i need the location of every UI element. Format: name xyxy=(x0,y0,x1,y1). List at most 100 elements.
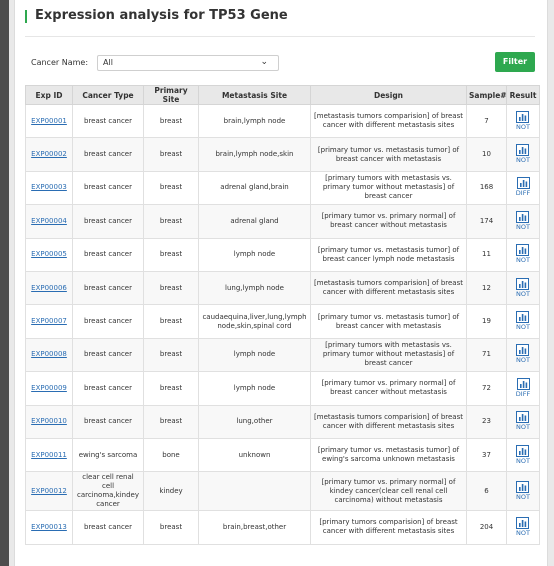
result-link[interactable]: NOT xyxy=(516,210,530,231)
exp-id-link[interactable]: EXP00001 xyxy=(31,117,67,125)
exp-id-link[interactable]: EXP00005 xyxy=(31,250,67,258)
result-label: DIFF xyxy=(515,389,531,398)
result-link[interactable]: NOT xyxy=(516,311,530,331)
exp-id-cell: EXP00003 xyxy=(25,170,73,206)
result-link[interactable]: NOT xyxy=(516,444,530,465)
col-header-design[interactable]: Design xyxy=(310,85,467,105)
cancer-type-cell: breast cancer xyxy=(72,204,144,239)
primary-site-cell: breast xyxy=(143,204,199,239)
result-label: NOT xyxy=(516,289,530,298)
col-header-primary-site[interactable]: Primary Site xyxy=(143,85,199,105)
filter-button[interactable]: Filter xyxy=(495,52,535,72)
col-header-metastasis-site[interactable]: Metastasis Site xyxy=(198,85,311,105)
page-title: Expression analysis for TP53 Gene xyxy=(35,8,288,23)
metastasis-site-cell: brain,lymph node xyxy=(198,103,311,139)
result-label: DIFF xyxy=(515,189,531,198)
primary-site-cell: breast xyxy=(143,103,199,139)
exp-id-link[interactable]: EXP00010 xyxy=(31,417,67,425)
sample-count-cell: 12 xyxy=(466,270,507,306)
result-link[interactable]: NOT xyxy=(516,480,530,501)
cancer-type-cell: breast cancer xyxy=(72,404,144,439)
title-row: Expression analysis for TP53 Gene xyxy=(25,6,535,37)
table-row: EXP00008 breast cancer breast lymph node… xyxy=(25,337,540,373)
primary-site-cell: breast xyxy=(143,237,199,272)
exp-id-link[interactable]: EXP00008 xyxy=(31,350,67,358)
result-link[interactable]: NOT xyxy=(516,411,530,431)
bar-chart-icon xyxy=(516,210,530,223)
cancer-name-select[interactable]: All ⌄ xyxy=(97,55,279,71)
result-cell: NOT xyxy=(506,270,540,306)
exp-id-link[interactable]: EXP00004 xyxy=(31,217,67,225)
result-cell: NOT xyxy=(506,103,540,139)
exp-id-link[interactable]: EXP00007 xyxy=(31,317,67,325)
exp-id-cell: EXP00008 xyxy=(25,337,73,373)
result-link[interactable]: NOT xyxy=(516,516,530,537)
expression-table: Exp ID Cancer Type Primary Site Metastas… xyxy=(25,85,540,545)
result-cell: DIFF xyxy=(506,170,540,206)
table-row: EXP00007 breast cancer breast caudaequin… xyxy=(25,304,540,339)
exp-id-cell: EXP00007 xyxy=(25,304,73,339)
result-cell: NOT xyxy=(506,510,540,545)
left-sidebar-strip xyxy=(0,0,9,566)
result-label: NOT xyxy=(516,492,530,501)
cancer-type-cell: breast cancer xyxy=(72,270,144,306)
exp-id-link[interactable]: EXP00012 xyxy=(31,487,67,495)
result-link[interactable]: NOT xyxy=(516,110,530,131)
design-cell: [primary tumor vs. metastasis tumor] of … xyxy=(310,237,467,272)
design-cell: [metastasis tumors comparision] of breas… xyxy=(310,103,467,139)
result-link[interactable]: DIFF xyxy=(516,177,530,197)
chevron-down-icon: ⌄ xyxy=(260,57,268,67)
exp-id-link[interactable]: EXP00006 xyxy=(31,284,67,292)
cancer-type-cell: breast cancer xyxy=(72,510,144,545)
exp-id-cell: EXP00005 xyxy=(25,237,73,272)
result-link[interactable]: DIFF xyxy=(515,377,531,398)
exp-id-link[interactable]: EXP00003 xyxy=(31,183,67,191)
col-header-result[interactable]: Result xyxy=(506,85,540,105)
primary-site-cell: breast xyxy=(143,137,199,172)
design-cell: [primary tumor vs. primary normal] of ki… xyxy=(310,471,467,512)
table-row: EXP00010 breast cancer breast lung,other… xyxy=(25,404,540,439)
bar-chart-icon xyxy=(516,311,530,324)
result-cell: NOT xyxy=(506,471,540,512)
result-cell: NOT xyxy=(506,204,540,239)
bar-chart-icon xyxy=(516,480,530,493)
bar-chart-icon xyxy=(516,344,530,357)
exp-id-link[interactable]: EXP00011 xyxy=(31,451,67,459)
result-link[interactable]: NOT xyxy=(516,144,530,164)
sample-count-cell: 23 xyxy=(466,404,507,439)
result-label: NOT xyxy=(516,122,530,131)
col-header-sample-count[interactable]: Sample# xyxy=(466,85,507,105)
primary-site-cell: breast xyxy=(143,170,199,206)
cancer-type-cell: breast cancer xyxy=(72,103,144,139)
table-row: EXP00011 ewing's sarcoma bone unknown [p… xyxy=(25,437,540,473)
primary-site-cell: breast xyxy=(143,337,199,373)
cancer-type-cell: breast cancer xyxy=(72,304,144,339)
design-cell: [primary tumor vs. metastasis tumor] of … xyxy=(310,304,467,339)
result-link[interactable]: NOT xyxy=(516,244,530,264)
bar-chart-icon xyxy=(516,110,530,123)
filter-row: Cancer Name: All ⌄ Filter xyxy=(25,52,537,73)
metastasis-site-cell: lymph node xyxy=(198,371,311,406)
col-header-cancer-type[interactable]: Cancer Type xyxy=(72,85,144,105)
table-row: EXP00009 breast cancer breast lymph node… xyxy=(25,371,540,406)
result-link[interactable]: NOT xyxy=(516,277,530,298)
exp-id-link[interactable]: EXP00013 xyxy=(31,523,67,531)
primary-site-cell: kindey xyxy=(143,471,199,512)
design-cell: [metastasis tumors comparision] of breas… xyxy=(310,404,467,439)
metastasis-site-cell: lymph node xyxy=(198,337,311,373)
sample-count-cell: 19 xyxy=(466,304,507,339)
result-cell: NOT xyxy=(506,304,540,339)
result-cell: NOT xyxy=(506,437,540,473)
table-row: EXP00005 breast cancer breast lymph node… xyxy=(25,237,540,272)
col-header-exp-id[interactable]: Exp ID xyxy=(25,85,73,105)
exp-id-link[interactable]: EXP00002 xyxy=(31,150,67,158)
result-link[interactable]: NOT xyxy=(516,344,530,364)
design-cell: [primary tumors with metastasis vs. prim… xyxy=(310,170,467,206)
exp-id-link[interactable]: EXP00009 xyxy=(31,384,67,392)
primary-site-cell: breast xyxy=(143,371,199,406)
result-label: NOT xyxy=(516,156,530,165)
design-cell: [primary tumors comparision] of breast c… xyxy=(310,510,467,545)
table-row: EXP00003 breast cancer breast adrenal gl… xyxy=(25,170,540,206)
sample-count-cell: 204 xyxy=(466,510,507,545)
sample-count-cell: 11 xyxy=(466,237,507,272)
